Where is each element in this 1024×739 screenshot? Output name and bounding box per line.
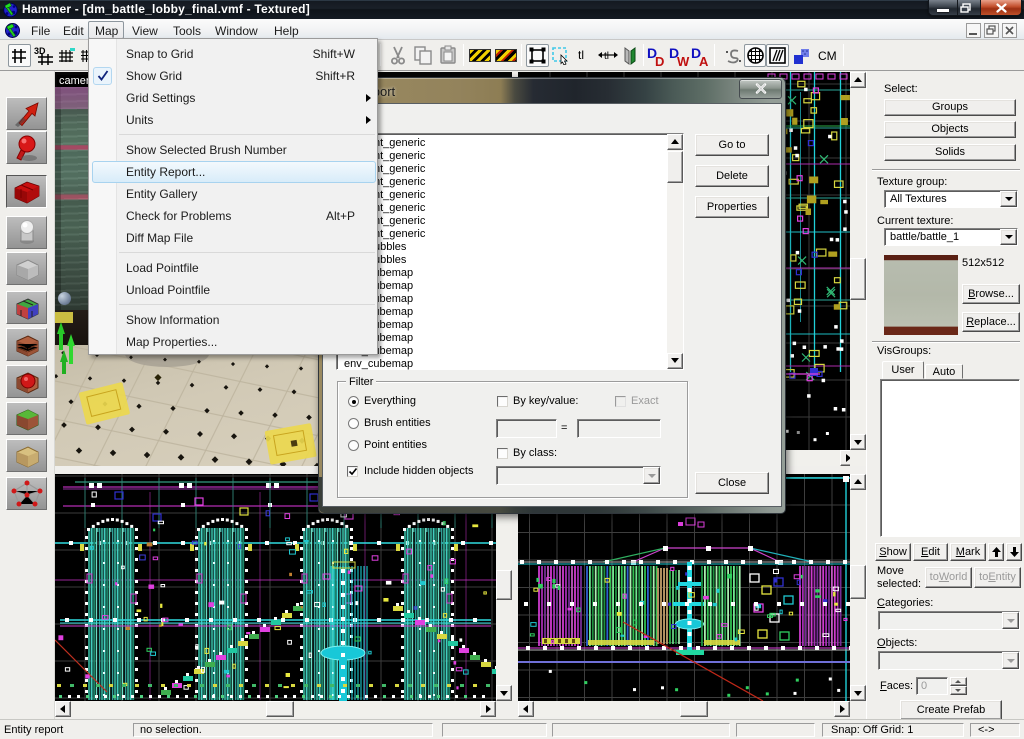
svg-text:A: A (699, 54, 709, 67)
svg-text:D: D (655, 54, 664, 67)
svg-text:3D: 3D (34, 46, 46, 56)
svg-text:tl: tl (604, 51, 609, 62)
svg-text:W: W (677, 54, 690, 67)
